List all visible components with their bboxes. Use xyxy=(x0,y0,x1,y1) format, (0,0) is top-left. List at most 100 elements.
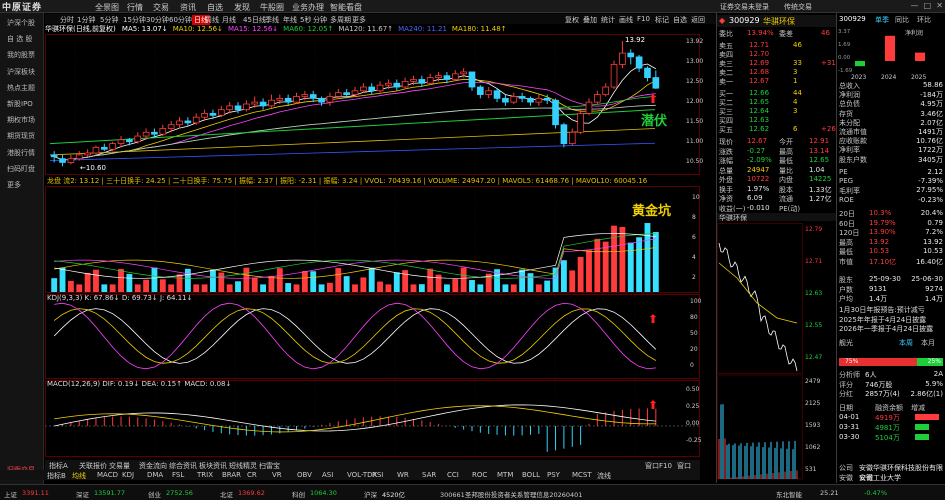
stat-label: PE(动) xyxy=(779,204,801,213)
kline-chart[interactable] xyxy=(45,34,700,458)
index-label[interactable]: 深证 xyxy=(76,489,89,499)
candle-body xyxy=(644,67,651,79)
performance-row: 最高 13.92 13.92 xyxy=(837,238,945,247)
sidebar-item[interactable]: 期权市场 xyxy=(7,115,35,125)
indicator-tab[interactable]: CR xyxy=(247,471,257,479)
sidebar-item[interactable]: 港股行情 xyxy=(7,148,35,158)
quote-stat-row: 外盘 10722 内盘 14225 xyxy=(717,175,837,184)
mini-axis-label: 12.79 xyxy=(805,226,822,233)
indicator-tab[interactable]: ROC xyxy=(472,471,487,479)
shareholder-value: 1.4万 xyxy=(869,295,888,303)
ask-change: +31 xyxy=(821,59,836,67)
top-menu-item[interactable]: 发现 xyxy=(234,2,250,13)
indicator-tab[interactable]: ASI xyxy=(322,471,333,479)
sidebar-item[interactable]: 自 选 股 xyxy=(7,34,32,44)
indicator-tab[interactable]: SAR xyxy=(422,471,436,479)
window-controls[interactable]: — □ ✕ xyxy=(911,1,943,10)
indicator-tab[interactable]: WR xyxy=(397,471,409,479)
ratio-value: -7.39% xyxy=(918,177,943,186)
volume-bar xyxy=(368,267,375,292)
top-menu-item[interactable]: 业务办理 xyxy=(292,2,324,13)
trade-login-status[interactable]: 证券交易未登录 xyxy=(720,2,769,12)
price-axis-label: 11.50 xyxy=(686,118,704,125)
index-label[interactable]: 上证 xyxy=(4,489,17,499)
candle-body xyxy=(201,113,208,118)
indicator-tab[interactable]: PSY xyxy=(547,471,560,479)
ask-row: 卖二 12.68 3 xyxy=(717,68,837,77)
classic-trade-link[interactable]: 传统交易 xyxy=(784,2,812,12)
company-label: 公司 xyxy=(839,464,853,472)
profit-scale-label: -1.69 xyxy=(838,68,853,74)
index-label[interactable]: 科创 xyxy=(292,489,305,499)
volume-bar xyxy=(435,274,442,292)
tab-week[interactable]: 本周 xyxy=(899,338,913,348)
indicator-tab[interactable]: DMA xyxy=(147,471,163,479)
sidebar-item[interactable]: 沪深个股 xyxy=(7,18,35,28)
quote-header: ◆ 300929 华骐环保 xyxy=(717,15,837,27)
low-price-label: ←10.60 xyxy=(80,164,106,172)
tab-qoq[interactable]: 环比 xyxy=(917,15,931,25)
tab-yoy[interactable]: 同比 xyxy=(895,15,909,25)
indicator-tab[interactable]: 流线 xyxy=(597,471,611,481)
performance-label: 市值 xyxy=(839,257,853,266)
indicator-tab[interactable]: FSL xyxy=(172,471,184,479)
indicator-tab[interactable]: MACD xyxy=(97,471,118,479)
indicator-tab[interactable]: TRIX xyxy=(197,471,213,479)
ask-row: 卖四 12.70 xyxy=(717,50,837,59)
notice-item[interactable]: 2026年一季报于4月24日披露 xyxy=(837,324,945,333)
indicator-tab[interactable]: CCI xyxy=(447,471,459,479)
index-label[interactable]: 创业 xyxy=(148,489,161,499)
notice-item[interactable]: 1月30日年报预告:预计减亏 xyxy=(837,305,945,314)
top-menu-item[interactable]: 全景图 xyxy=(95,2,119,13)
sidebar-item[interactable]: 期货现货 xyxy=(7,131,35,141)
sidebar-item[interactable]: 新股IPO xyxy=(7,99,33,109)
sidebar-item[interactable]: 我的股票 xyxy=(7,50,35,60)
flow-value: 4919万 xyxy=(875,414,900,422)
maximize-icon[interactable]: □ xyxy=(924,1,932,10)
notice-item[interactable]: 2025年年报于4月24日披露 xyxy=(837,315,945,324)
indicator-tab[interactable]: BOLL xyxy=(522,471,540,479)
sidebar-item[interactable]: 热点主题 xyxy=(7,83,35,93)
candle-body xyxy=(100,146,108,150)
indicator-tab[interactable]: KDJ xyxy=(122,471,134,479)
flow-header-cell: 日期 xyxy=(839,404,853,412)
top-menu-item[interactable]: 资讯 xyxy=(180,2,196,13)
volume-bar xyxy=(293,284,300,292)
volume-bar xyxy=(84,272,91,292)
sidebar-item[interactable]: 更多 xyxy=(7,180,21,190)
index-value: 1369.62 xyxy=(238,489,265,497)
rating-label: 舰光 xyxy=(839,339,853,347)
volume-bar xyxy=(627,242,634,292)
top-menu-item[interactable]: 智能看盘 xyxy=(330,2,362,13)
tab-quarter[interactable]: 单季 xyxy=(875,15,889,25)
indicator-tab[interactable]: MTM xyxy=(497,471,513,479)
indicator-tab[interactable]: BRAR xyxy=(222,471,241,479)
sidebar-item[interactable]: 扫码盯盘 xyxy=(7,164,35,174)
stat-value: -0.010 xyxy=(747,203,770,212)
top-menu-item[interactable]: 牛股圈 xyxy=(260,2,284,13)
profit-bar-label: 净利润 xyxy=(905,29,923,37)
index-label[interactable]: 北证 xyxy=(220,489,233,499)
indicator-tab[interactable]: MCST xyxy=(572,471,592,479)
tab-month[interactable]: 本月 xyxy=(921,338,935,348)
performance-label: 120日 xyxy=(839,229,860,237)
indicator-tab[interactable]: RSI xyxy=(372,471,383,479)
top-menu-item[interactable]: 自选 xyxy=(207,2,223,13)
top-menu-item[interactable]: 交易 xyxy=(153,2,169,13)
chart-tool-button[interactable]: F10 xyxy=(637,15,650,23)
macd-indicator-title: MACD(12,26,9) DIF: 0.19↓ DEA: 0.15↑ MACD… xyxy=(47,380,231,388)
close-icon[interactable]: ✕ xyxy=(936,1,943,10)
top-menu-item[interactable]: 行情 xyxy=(127,2,143,13)
intraday-mini-chart[interactable]: 12.79 12.71 12.63 12.55 12.47 2479 2125 1593 106… xyxy=(717,223,837,483)
candle-body xyxy=(284,97,292,103)
indicator-tab[interactable]: 指标B xyxy=(47,471,66,481)
indicator-tab[interactable]: OBV xyxy=(297,471,312,479)
company-row: 公司 安徽华骐环保科技股份有限公司 xyxy=(837,463,945,482)
sidebar-item[interactable]: 沪深板块 xyxy=(7,67,35,77)
news-ticker[interactable]: 300661圣邦股份投资者关系管理信息20260401 xyxy=(440,489,582,499)
indicator-tab[interactable]: 均线 xyxy=(72,471,86,481)
indicator-tab[interactable]: VR xyxy=(272,471,282,479)
index-label[interactable]: 沪深 xyxy=(364,489,377,499)
finance-row: 存货 3.46亿 xyxy=(837,109,945,118)
minimize-icon[interactable]: — xyxy=(911,1,919,10)
